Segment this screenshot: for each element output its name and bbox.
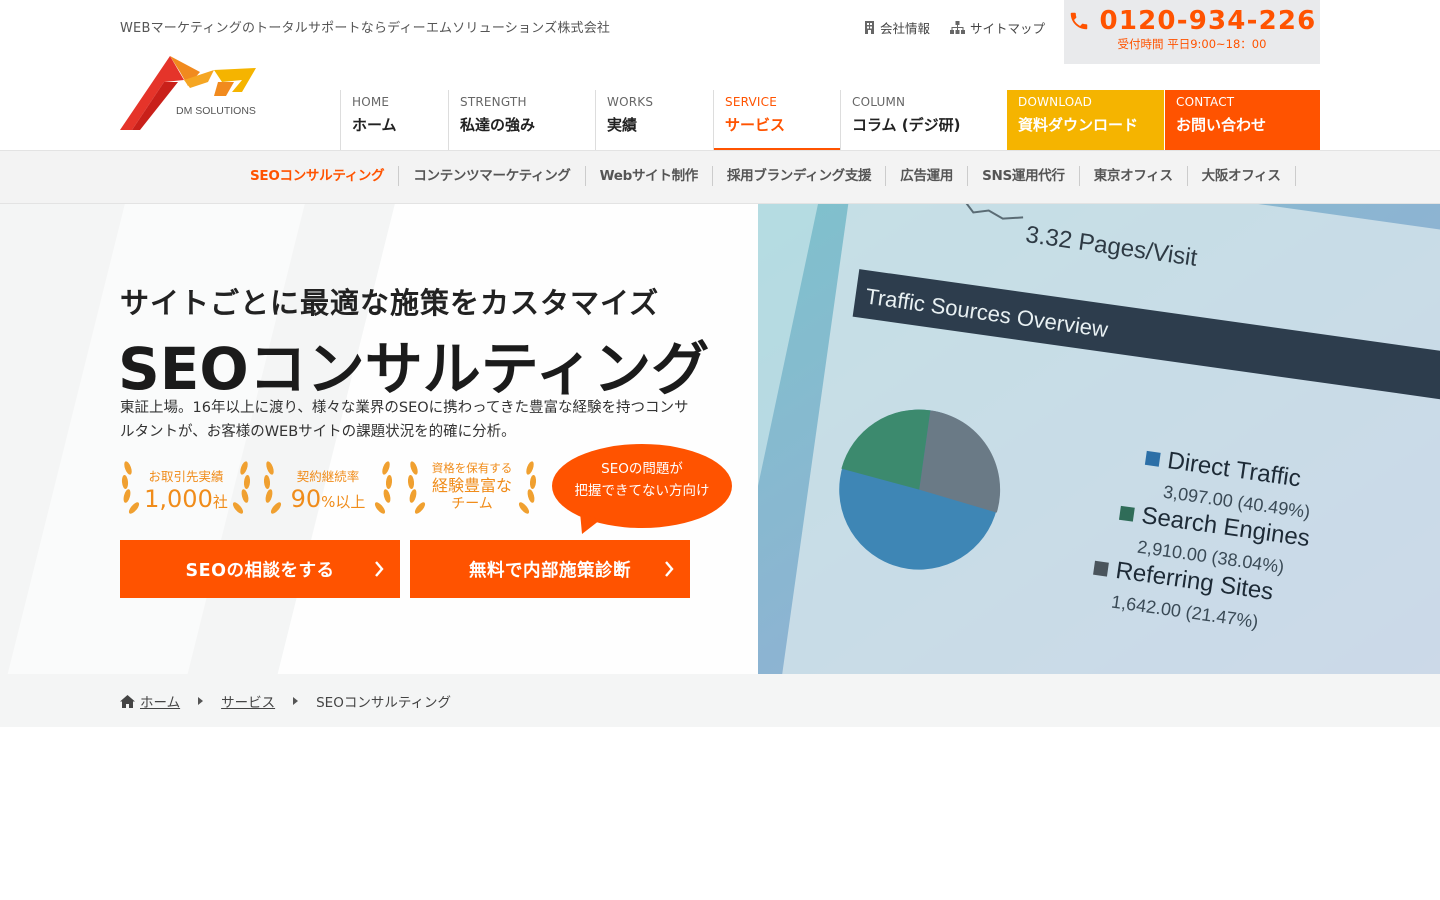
nav-column-en: COLUMN xyxy=(852,95,906,109)
service-subnav: SEOコンサルティング コンテンツマーケティング Webサイト制作 採用ブランデ… xyxy=(0,150,1440,204)
nav-home[interactable]: HOME ホーム xyxy=(340,90,448,150)
phone-contact-box[interactable]: 0120-934-226 受付時間 平日9:00~18：00 xyxy=(1064,0,1320,64)
nav-contact-ja: お問い合わせ xyxy=(1176,116,1267,134)
breadcrumb: ホーム サービス SEOコンサルティング xyxy=(0,674,1440,727)
nav-contact-en: CONTACT xyxy=(1176,95,1235,109)
phone-number: 0120-934-226 xyxy=(1099,6,1317,36)
breadcrumb-separator-icon xyxy=(293,697,299,705)
nav-contact[interactable]: CONTACT お問い合わせ xyxy=(1164,90,1320,150)
badge-retention-unit: %以上 xyxy=(321,493,366,511)
subnav-content-marketing[interactable]: コンテンツマーケティング xyxy=(399,166,586,186)
badge-team: 資格を保有する 経験豊富な チーム xyxy=(404,456,540,520)
nav-service-en: SERVICE xyxy=(725,95,777,109)
bubble-line-2: 把握できてない方向け xyxy=(574,483,710,499)
nav-strength-ja: 私達の強み xyxy=(460,116,536,134)
hero-description: 東証上場。16年以上に渡り、様々な業界のSEOに携わってきた豊富な経験を持つコン… xyxy=(120,400,689,440)
building-icon xyxy=(865,21,874,34)
seo-consult-button[interactable]: SEOの相談をする xyxy=(120,540,400,598)
badge-retention: 契約継続率 90%以上 xyxy=(260,456,396,520)
nav-service-ja: サービス xyxy=(725,116,786,134)
badge-retention-value: 90 xyxy=(290,485,322,513)
free-diagnosis-label: 無料で内部施策診断 xyxy=(469,560,631,581)
speech-bubble: SEOの問題が 把握できてない方向け xyxy=(552,444,732,534)
seo-consult-label: SEOの相談をする xyxy=(185,560,335,581)
subnav-osaka-office[interactable]: 大阪オフィス xyxy=(1188,166,1296,186)
nav-download[interactable]: DOWNLOAD 資料ダウンロード xyxy=(1007,90,1164,150)
nav-download-ja: 資料ダウンロード xyxy=(1018,116,1139,134)
badge-clients-unit: 社 xyxy=(212,493,228,511)
global-nav: HOME ホーム STRENGTH 私達の強み WORKS 実績 SERVICE… xyxy=(340,90,1320,150)
badge-retention-label: 契約継続率 xyxy=(296,469,360,484)
nav-service[interactable]: SERVICE サービス xyxy=(713,90,840,150)
company-info-link[interactable]: 会社情報 xyxy=(864,18,930,37)
hero-section: 3.32 Pages/Visit Traffic Sources Overvie… xyxy=(0,204,1440,674)
badge-team-label: 資格を保有する xyxy=(431,461,513,475)
badge-team-line2: 経験豊富な xyxy=(431,476,512,495)
subnav-sns-operation[interactable]: SNS運用代行 xyxy=(968,166,1080,186)
nav-download-en: DOWNLOAD xyxy=(1018,95,1093,109)
sitemap-icon xyxy=(950,21,966,34)
nav-home-en: HOME xyxy=(352,95,390,109)
breadcrumb-current: SEOコンサルティング xyxy=(316,695,452,711)
hero-subtitle: サイトごとに最適な施策をカスタマイズ xyxy=(120,286,660,320)
subnav-web-production[interactable]: Webサイト制作 xyxy=(586,166,713,186)
subnav-seo-consulting[interactable]: SEOコンサルティング xyxy=(236,166,400,186)
site-tagline: WEBマーケティングのトータルサポートならディーエムソリューションズ株式会社 xyxy=(120,21,611,36)
bubble-line-1: SEOの問題が xyxy=(601,461,683,477)
hero-analytics-photo: 3.32 Pages/Visit Traffic Sources Overvie… xyxy=(758,204,1440,674)
nav-home-ja: ホーム xyxy=(352,116,397,134)
nav-works[interactable]: WORKS 実績 xyxy=(595,90,713,150)
sitemap-link[interactable]: サイトマップ xyxy=(950,18,1045,37)
home-icon xyxy=(120,694,135,708)
subnav-ad-operation[interactable]: 広告運用 xyxy=(886,166,969,186)
phone-hours: 受付時間 平日9:00~18：00 xyxy=(1117,37,1267,51)
badge-clients-label: お取引先実績 xyxy=(148,469,224,484)
chevron-right-icon xyxy=(375,561,384,577)
dm-solutions-logo[interactable]: DM SOLUTIONS xyxy=(118,52,260,134)
nav-works-ja: 実績 xyxy=(607,116,638,134)
breadcrumb-separator-icon xyxy=(198,697,204,705)
hero-title: SEOコンサルティング xyxy=(118,335,710,403)
company-info-label: 会社情報 xyxy=(880,21,931,36)
breadcrumb-home-link[interactable]: ホーム xyxy=(140,691,180,711)
nav-column[interactable]: COLUMN コラム (デジ研) xyxy=(840,90,1007,150)
badge-clients: お取引先実績 1,000社 xyxy=(118,456,254,520)
phone-icon xyxy=(1070,12,1087,30)
breadcrumb-service-link[interactable]: サービス xyxy=(221,691,275,711)
chevron-right-icon xyxy=(665,561,674,577)
logo-text: DM SOLUTIONS xyxy=(176,105,256,117)
sitemap-label: サイトマップ xyxy=(970,21,1046,36)
badge-team-line3: チーム xyxy=(451,496,493,512)
free-diagnosis-button[interactable]: 無料で内部施策診断 xyxy=(410,540,690,598)
subnav-tokyo-office[interactable]: 東京オフィス xyxy=(1080,166,1188,186)
nav-strength-en: STRENGTH xyxy=(460,95,527,109)
utility-links: 会社情報 サイトマップ xyxy=(864,18,1045,37)
badge-clients-value: 1,000 xyxy=(144,485,213,513)
nav-column-ja: コラム (デジ研) xyxy=(852,116,961,134)
subnav-recruit-branding[interactable]: 採用ブランディング支援 xyxy=(713,166,887,186)
nav-strength[interactable]: STRENGTH 私達の強み xyxy=(448,90,595,150)
nav-works-en: WORKS xyxy=(607,95,654,109)
